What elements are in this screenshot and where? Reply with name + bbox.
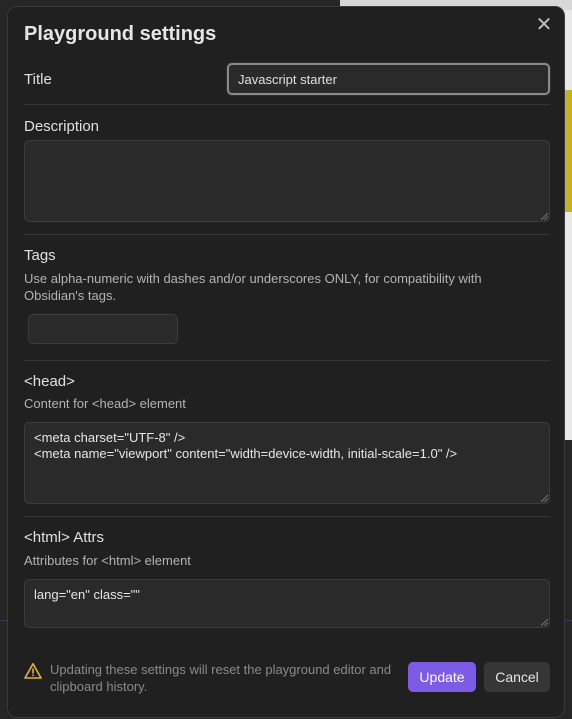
head-label: <head> (24, 373, 75, 390)
modal-title: Playground settings (24, 23, 217, 45)
playground-settings-modal: ✕ Playground settings Title Description … (7, 6, 565, 718)
head-textarea[interactable]: <meta charset="UTF-8" /> <meta name="vie… (24, 422, 550, 504)
divider (24, 234, 550, 235)
html-attrs-help: Attributes for <html> element (24, 553, 191, 568)
warning-triangle-icon (24, 663, 42, 679)
divider (24, 516, 550, 517)
footer-warning: Updating these settings will reset the p… (24, 661, 394, 695)
resize-grip-icon[interactable] (541, 619, 548, 626)
html-attrs-label: <html> Attrs (24, 529, 105, 546)
head-help: Content for <head> element (24, 396, 186, 411)
update-button[interactable]: Update (408, 662, 476, 692)
description-textarea[interactable] (24, 140, 550, 222)
tags-help: Use alpha-numeric with dashes and/or und… (24, 271, 482, 303)
title-label: Title (24, 71, 52, 88)
html-attrs-textarea[interactable]: lang="en" class="" (24, 579, 550, 628)
warning-text: Updating these settings will reset the p… (50, 662, 392, 694)
resize-grip-icon[interactable] (541, 495, 548, 502)
divider (24, 360, 550, 361)
tags-label: Tags (24, 247, 56, 264)
resize-grip-icon[interactable] (541, 213, 548, 220)
close-icon[interactable]: ✕ (534, 15, 554, 35)
title-input[interactable] (227, 63, 550, 95)
divider (24, 104, 550, 105)
cancel-button[interactable]: Cancel (484, 662, 550, 692)
description-label: Description (24, 118, 100, 135)
tags-input[interactable] (28, 314, 178, 344)
